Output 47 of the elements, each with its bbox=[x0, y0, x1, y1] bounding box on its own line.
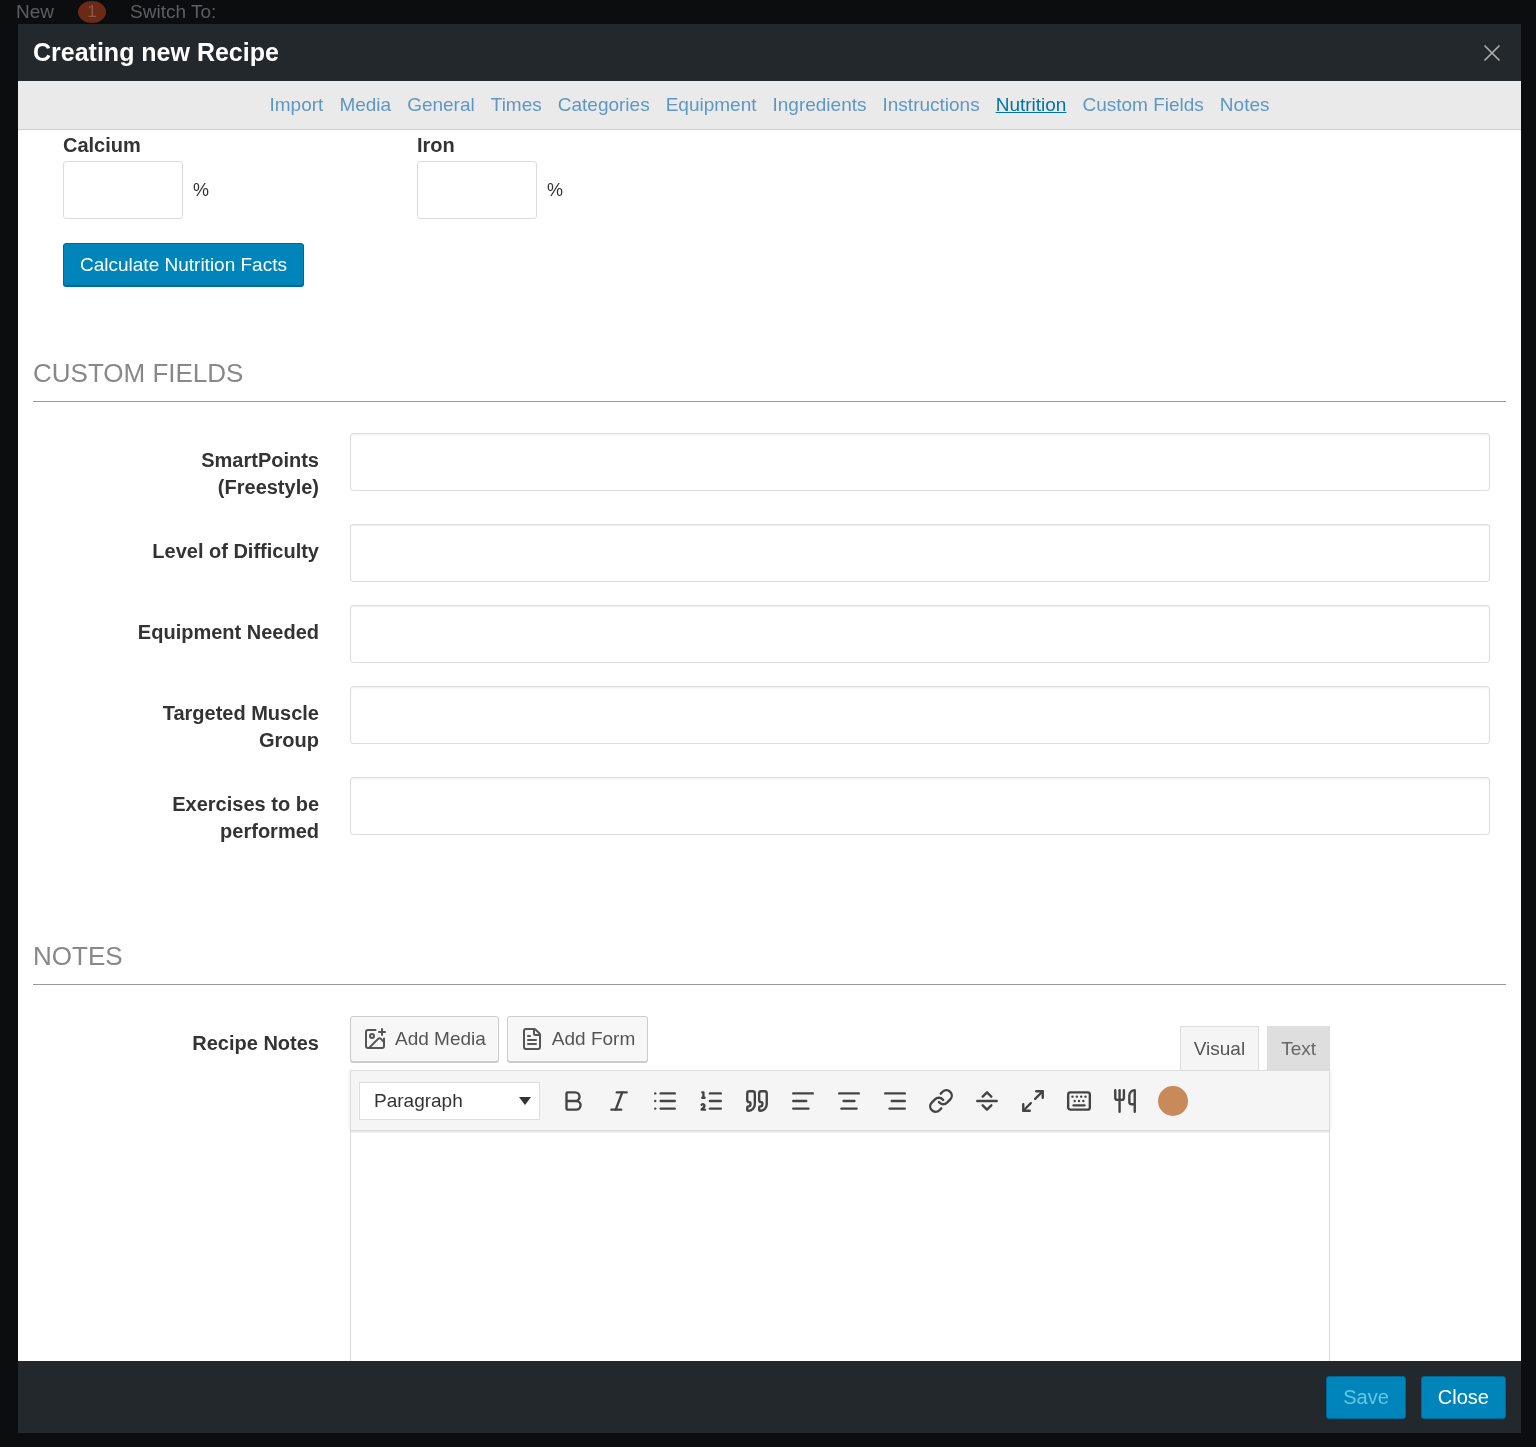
field-label: Equipment Needed bbox=[136, 620, 319, 645]
admin-bar-item[interactable]: New bbox=[16, 1, 54, 23]
tab[interactable]: Categories bbox=[557, 94, 650, 116]
tab[interactable]: Times bbox=[490, 94, 542, 116]
input-field[interactable] bbox=[350, 605, 1490, 663]
input-field[interactable] bbox=[350, 686, 1490, 744]
admin-bar-item[interactable]: Switch To: bbox=[130, 1, 217, 23]
utensils-icon[interactable] bbox=[1112, 1087, 1138, 1114]
input-field[interactable] bbox=[350, 777, 1490, 835]
tab[interactable]: Instructions bbox=[882, 94, 980, 116]
field-label: Iron bbox=[417, 134, 456, 157]
tab[interactable]: Equipment bbox=[665, 94, 757, 116]
close-button[interactable]: Close bbox=[1420, 1375, 1506, 1419]
format-select[interactable]: Paragraph bbox=[359, 1081, 540, 1120]
expand-icon[interactable] bbox=[1020, 1087, 1046, 1114]
editor-tab[interactable]: Text bbox=[1267, 1026, 1330, 1070]
link-icon[interactable] bbox=[928, 1087, 954, 1114]
calculate-button[interactable]: Calculate Nutrition Facts bbox=[63, 243, 304, 286]
editor-tab[interactable]: Visual bbox=[1179, 1026, 1260, 1070]
tab[interactable]: Import bbox=[269, 94, 324, 116]
input-field[interactable] bbox=[63, 161, 183, 219]
add-form-button[interactable]: Add Form bbox=[506, 1016, 649, 1062]
field-label: Recipe Notes bbox=[191, 1031, 319, 1056]
tab[interactable]: General bbox=[407, 94, 475, 116]
field-label: SmartPoints (Freestyle) bbox=[200, 448, 319, 500]
tab[interactable]: Media bbox=[339, 94, 392, 116]
unit-label: % bbox=[547, 179, 563, 201]
window-title: Creating new Recipe bbox=[33, 38, 279, 67]
caret-icon bbox=[519, 1096, 531, 1105]
unit-label: % bbox=[193, 179, 209, 201]
field-label: Level of Difficulty bbox=[151, 539, 319, 564]
add-media-button[interactable]: Add Media bbox=[350, 1016, 499, 1062]
tab[interactable]: Notes bbox=[1219, 94, 1270, 116]
quote-icon[interactable] bbox=[744, 1087, 770, 1114]
section-title: CUSTOM FIELDS bbox=[33, 358, 1506, 402]
input-field[interactable] bbox=[350, 433, 1490, 491]
tab[interactable]: Ingredients bbox=[772, 94, 867, 116]
section-title: NOTES bbox=[33, 941, 1506, 985]
tab[interactable]: Nutrition bbox=[995, 94, 1067, 116]
tab[interactable]: Custom Fields bbox=[1082, 94, 1204, 116]
field-label: Exercises to be performed bbox=[171, 792, 319, 844]
field-label: Calcium bbox=[63, 134, 142, 157]
input-field[interactable] bbox=[417, 161, 537, 219]
media-icon bbox=[363, 1027, 387, 1051]
input-field[interactable] bbox=[350, 524, 1490, 582]
field-label: Targeted Muscle Group bbox=[161, 701, 319, 753]
emoji-icon[interactable] bbox=[1158, 1085, 1188, 1116]
